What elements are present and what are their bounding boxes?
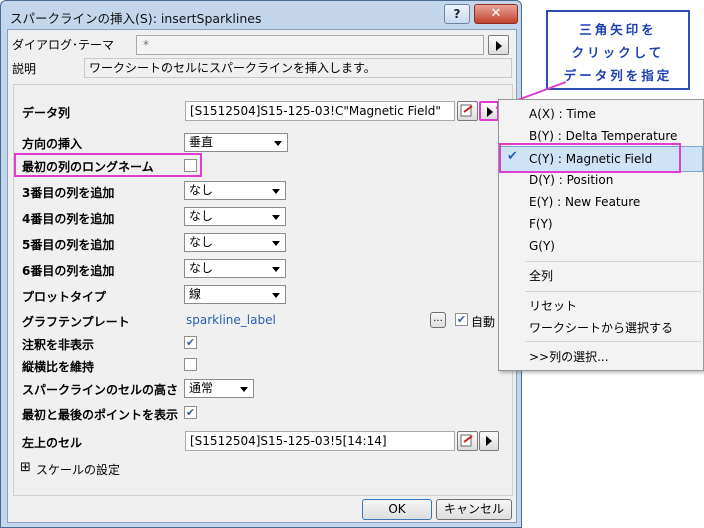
col5-select-value: なし — [189, 235, 214, 249]
check-icon: ✔ — [185, 336, 196, 349]
plottype-select[interactable]: 線 — [184, 285, 286, 304]
dialog-body: ダイアログ･テーマ * 説明 ワークシートのセルにスパークラインを挿入します。 … — [7, 29, 517, 523]
menu-item[interactable]: D(Y) : Position — [499, 170, 703, 190]
aspect-checkbox[interactable] — [184, 358, 197, 371]
range-select-icon — [460, 104, 473, 117]
help-button[interactable]: ? — [444, 4, 470, 24]
aspect-label: 縦横比を維持 — [22, 360, 95, 374]
triangle-right-icon — [496, 41, 502, 51]
menu-item-selected[interactable]: C(Y) : Magnetic Field — [499, 149, 703, 169]
data-col-label: データ列 — [22, 106, 71, 120]
col3-select[interactable]: なし — [184, 181, 286, 200]
col6-select[interactable]: なし — [184, 259, 286, 278]
topleft-label: 左上のセル — [22, 436, 83, 450]
col6-select-value: なし — [189, 261, 214, 275]
theme-field[interactable]: * — [136, 35, 484, 55]
callout-line-2: クリックして — [571, 45, 665, 60]
data-col-picker-button[interactable] — [457, 101, 478, 121]
range-select-icon — [460, 434, 473, 447]
col3-label: 3番目の列を追加 — [22, 186, 115, 200]
first-last-checkbox[interactable]: ✔ — [184, 406, 197, 419]
hide-annot-checkbox[interactable]: ✔ — [184, 336, 197, 349]
menu-separator — [525, 291, 701, 292]
col5-select[interactable]: なし — [184, 233, 286, 252]
auto-checkbox[interactable]: ✔ — [455, 313, 468, 326]
direction-select[interactable]: 垂直 — [184, 133, 288, 152]
col6-label: 6番目の列を追加 — [22, 264, 115, 278]
annotation-callout: 三角矢印を クリックして データ列を指定 — [546, 10, 690, 90]
hide-annot-label: 注釈を非表示 — [22, 338, 95, 352]
col5-label: 5番目の列を追加 — [22, 238, 115, 252]
height-label: スパークラインのセルの高さ — [22, 383, 179, 397]
data-col-field[interactable]: [S1512504]S15-125-03!C"Magnetic Field" — [185, 101, 455, 121]
check-icon: ✔ — [185, 406, 196, 419]
template-label: グラフテンプレート — [22, 315, 130, 329]
scale-expander-icon[interactable]: ⊞ — [20, 460, 31, 475]
menu-separator — [525, 341, 701, 342]
plottype-label: プロットタイプ — [22, 290, 107, 304]
height-select[interactable]: 通常 — [184, 379, 254, 398]
topleft-field[interactable]: [S1512504]S15-125-03!5[14:14] — [185, 431, 455, 451]
height-select-value: 通常 — [189, 381, 214, 395]
chevron-down-icon — [272, 215, 280, 220]
topleft-picker-button[interactable] — [457, 431, 478, 451]
menu-item[interactable]: 全列 — [499, 266, 703, 286]
longname-label: 最初の列のロングネーム — [22, 160, 154, 174]
dialog-window: スパークラインの挿入(S): insertSparklines ? ✕ ダイアロ… — [0, 0, 522, 528]
col4-select[interactable]: なし — [184, 207, 286, 226]
chevron-down-icon — [272, 267, 280, 272]
menu-item[interactable]: リセット — [499, 296, 703, 316]
direction-select-value: 垂直 — [189, 135, 214, 149]
menu-item[interactable]: G(Y) — [499, 236, 703, 256]
cancel-button[interactable]: キャンセル — [436, 499, 512, 520]
col4-select-value: なし — [189, 209, 214, 223]
close-button[interactable]: ✕ — [474, 4, 518, 24]
desc-text: ワークシートのセルにスパークラインを挿入します。 — [84, 58, 512, 78]
chevron-down-icon — [272, 293, 280, 298]
longname-checkbox[interactable] — [184, 159, 197, 172]
chevron-down-icon — [272, 189, 280, 194]
ok-button[interactable]: OK — [362, 499, 432, 520]
theme-label: ダイアログ･テーマ — [12, 38, 115, 52]
theme-menu-button[interactable] — [488, 35, 509, 55]
chevron-down-icon — [274, 141, 282, 146]
col4-label: 4番目の列を追加 — [22, 212, 115, 226]
auto-label: 自動 — [471, 315, 496, 329]
check-icon: ✔ — [456, 313, 467, 326]
menu-item[interactable]: A(X) : Time — [499, 104, 703, 124]
menu-item[interactable]: E(Y) : New Feature — [499, 192, 703, 212]
menu-separator — [525, 261, 701, 262]
plottype-select-value: 線 — [189, 287, 202, 301]
menu-item[interactable]: ワークシートから選択する — [499, 318, 703, 338]
triangle-right-icon — [486, 436, 492, 446]
dialog-title: スパークラインの挿入(S): insertSparklines — [10, 11, 262, 26]
col3-select-value: なし — [189, 183, 214, 197]
title-bar[interactable]: スパークラインの挿入(S): insertSparklines ? ✕ — [2, 2, 520, 30]
first-last-label: 最初と最後のポイントを表示 — [22, 408, 179, 422]
direction-label: 方向の挿入 — [22, 137, 83, 151]
column-dropdown-menu: A(X) : Time B(Y) : Delta Temperature ✔ C… — [498, 99, 704, 371]
template-browse-button[interactable]: ... — [430, 312, 446, 328]
chevron-down-icon — [240, 387, 248, 392]
chevron-down-icon — [272, 241, 280, 246]
scale-settings-label[interactable]: スケールの設定 — [36, 461, 120, 478]
callout-line-1: 三角矢印を — [579, 22, 657, 37]
menu-item[interactable]: F(Y) — [499, 214, 703, 234]
template-value[interactable]: sparkline_label — [186, 313, 276, 327]
menu-item[interactable]: >>列の選択... — [499, 347, 703, 367]
desc-label: 説明 — [12, 62, 37, 76]
topleft-menu-button[interactable] — [479, 431, 499, 451]
